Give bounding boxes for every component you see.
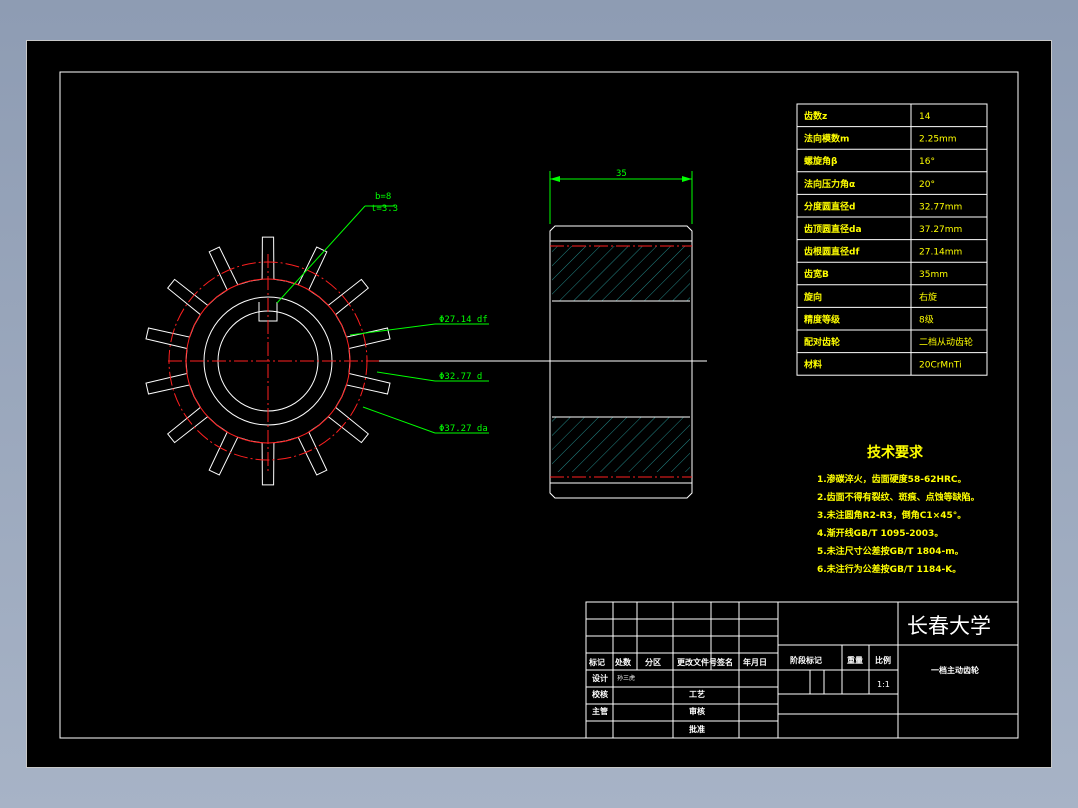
hatch-upper xyxy=(552,246,690,301)
tech-req-4: 4.渐开线GB/T 1095-2003。 xyxy=(817,527,943,539)
standard-label: 主管 xyxy=(592,706,608,716)
param-value: 32.77mm xyxy=(919,202,962,212)
param-value: 37.27mm xyxy=(919,225,962,235)
param-value: 2.25mm xyxy=(919,135,957,145)
param-label: 法向压力角α xyxy=(804,178,855,190)
tech-req-6: 6.未注行为公差按GB/T 1184-K。 xyxy=(817,563,961,575)
param-label: 材料 xyxy=(803,359,822,371)
diameter-dims: Φ27.14 df Φ32.77 d Φ37.27 da xyxy=(349,315,489,434)
hdr-date: 年月日 xyxy=(743,657,767,667)
param-label: 分度圆直径d xyxy=(804,200,855,212)
param-label: 齿顶圆直径da xyxy=(804,223,862,235)
title-block: 长春大学 一档主动齿轮 阶段标记 重量 比例 1:1 标记 处数 分区 更改文件… xyxy=(585,601,1019,739)
part-name: 一档主动齿轮 xyxy=(931,665,979,675)
param-value: 27.14mm xyxy=(919,248,962,258)
keyway-leader xyxy=(276,205,366,304)
param-label: 法向模数m xyxy=(804,133,849,145)
technical-requirements: 技术要求 1.渗碳淬火，齿面硬度58-62HRC。 2.齿面不得有裂纹、斑痕、点… xyxy=(817,444,980,575)
tech-req-3: 3.未注圆角R2-R3，倒角C1×45°。 xyxy=(817,509,966,521)
dim-df-label: Φ27.14 df xyxy=(439,315,488,325)
param-label: 旋向 xyxy=(803,291,822,303)
scale-value: 1:1 xyxy=(877,680,890,689)
dim-d-label: Φ32.77 d xyxy=(439,372,482,382)
param-value: 二档从动齿轮 xyxy=(919,336,973,348)
param-value: 右旋 xyxy=(919,291,937,303)
param-label: 齿数z xyxy=(804,110,827,122)
scale-label: 比例 xyxy=(875,655,891,665)
tech-req-2: 2.齿面不得有裂纹、斑痕、点蚀等缺陷。 xyxy=(817,491,980,503)
university-name: 长春大学 xyxy=(907,614,991,638)
tech-req-title: 技术要求 xyxy=(867,444,924,461)
process-label: 工艺 xyxy=(689,689,705,699)
param-label: 配对齿轮 xyxy=(804,336,840,348)
width-dim-label: 35 xyxy=(616,169,627,179)
hdr-zone: 分区 xyxy=(645,657,661,667)
hdr-doc: 更改文件号 xyxy=(677,657,717,667)
param-value: 14 xyxy=(919,112,931,122)
dim-da-label: Φ37.27 da xyxy=(439,424,488,434)
hatch-lower xyxy=(552,417,690,472)
hdr-count: 处数 xyxy=(614,657,632,667)
check-label: 校核 xyxy=(592,689,608,699)
width-arrow-right xyxy=(682,176,692,182)
stage-mark-label: 阶段标记 xyxy=(790,655,822,665)
param-label: 齿宽B xyxy=(804,268,829,280)
hdr-sign: 签名 xyxy=(716,657,733,667)
gear-side-view: 35 xyxy=(549,169,693,499)
tech-req-1: 1.渗碳淬火，齿面硬度58-62HRC。 xyxy=(817,473,967,485)
cad-viewport[interactable]: b=8 t=3.3 Φ27.14 df Φ32.77 d Φ37.27 da 3… xyxy=(26,40,1052,768)
param-value: 20CrMnTi xyxy=(919,361,962,371)
designer-name: 孙三虎 xyxy=(617,674,635,682)
design-label: 设计 xyxy=(592,673,608,683)
param-value: 8级 xyxy=(919,313,934,325)
keyway-depth: t=3.3 xyxy=(371,204,398,214)
param-value: 20° xyxy=(919,180,935,190)
d-leader xyxy=(376,371,436,382)
df-leader xyxy=(349,323,436,336)
parameter-table: 齿数z 14 法向模数m 2.25mm 螺旋角β 16° 法向压力角α 20° 分度圆直径d 32… xyxy=(796,103,988,376)
param-value: 35mm xyxy=(919,270,948,280)
param-label: 精度等级 xyxy=(804,313,841,325)
param-label: 齿根圆直径df xyxy=(804,246,859,258)
hdr-mark: 标记 xyxy=(588,657,605,667)
review-label: 审核 xyxy=(689,706,705,716)
drawing-canvas: b=8 t=3.3 Φ27.14 df Φ32.77 d Φ37.27 da 3… xyxy=(59,71,1019,739)
keyway-width: b=8 xyxy=(375,192,391,202)
approve-label: 批准 xyxy=(689,724,705,734)
param-label: 螺旋角β xyxy=(804,155,838,167)
da-leader xyxy=(362,406,436,434)
width-arrow-left xyxy=(550,176,560,182)
weight-label: 重量 xyxy=(847,655,863,665)
keyway-callout: b=8 t=3.3 xyxy=(276,192,398,304)
gear-front-view xyxy=(145,236,391,486)
tech-req-5: 5.未注尺寸公差按GB/T 1804-m。 xyxy=(817,545,964,557)
param-value: 16° xyxy=(919,157,935,167)
